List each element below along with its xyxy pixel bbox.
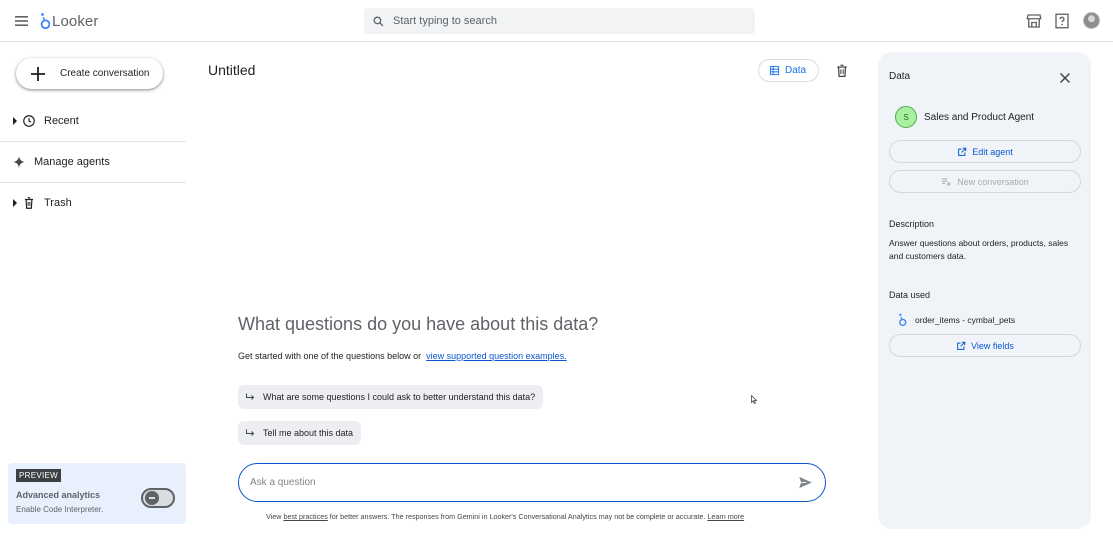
open-in-new-icon — [958, 147, 967, 156]
disclaimer-text: for better answers. The responses from G… — [329, 512, 706, 521]
agent-name: Sales and Product Agent — [924, 111, 1035, 123]
agent-description: Answer questions about orders, products,… — [889, 238, 1069, 261]
suggestion-chip[interactable]: What are some questions I could ask to b… — [238, 385, 544, 409]
ask-question-box[interactable] — [238, 463, 826, 502]
view-fields-button[interactable]: View fields — [889, 334, 1081, 357]
description-label: Description — [889, 219, 935, 229]
advanced-analytics-subtitle: Enable Code Interpreter. — [16, 505, 104, 514]
looker-logo-icon — [40, 13, 50, 30]
conversation-title: Untitled — [208, 62, 256, 78]
edit-agent-label: Edit agent — [972, 146, 1013, 157]
edit-agent-button[interactable]: Edit agent — [889, 140, 1081, 163]
table-icon — [769, 65, 780, 76]
dataset-item: order_items - cymbal_pets — [898, 313, 1015, 327]
advanced-analytics-card: PREVIEW Advanced analytics Enable Code I… — [8, 463, 186, 524]
empty-state-headline: What questions do you have about this da… — [238, 314, 599, 334]
panel-title: Data — [889, 71, 911, 82]
new-chat-icon — [942, 177, 952, 186]
trash-icon — [22, 196, 36, 210]
sidebar-item-recent[interactable]: Recent — [0, 100, 186, 141]
create-conversation-label: Create conversation — [60, 68, 150, 79]
help-icon[interactable] — [1053, 12, 1071, 30]
question-examples-link[interactable]: view supported question examples. — [426, 351, 567, 361]
app-name: Looker — [52, 12, 99, 30]
create-conversation-button[interactable]: Create conversation — [16, 58, 163, 89]
sidebar-item-label: Recent — [44, 114, 79, 127]
data-panel-button[interactable]: Data — [758, 59, 819, 82]
caret-right-icon — [8, 198, 22, 207]
search-icon — [373, 16, 384, 26]
suggestion-text: What are some questions I could ask to b… — [263, 392, 536, 402]
intro-text-row: Get started with one of the questions be… — [238, 351, 567, 361]
preview-badge: PREVIEW — [16, 469, 61, 482]
top-bar: Looker — [0, 0, 1113, 42]
clock-icon — [22, 114, 36, 128]
looker-explore-icon — [899, 313, 907, 327]
reply-arrow-icon — [246, 429, 255, 436]
suggestion-chip[interactable]: Tell me about this data — [238, 421, 362, 445]
intro-text: Get started with one of the questions be… — [238, 351, 422, 361]
ask-question-input[interactable] — [250, 477, 780, 488]
agent-avatar: S — [895, 106, 917, 128]
user-avatar[interactable] — [1083, 12, 1100, 29]
search-bar[interactable] — [364, 8, 755, 34]
delete-conversation-icon[interactable] — [835, 63, 849, 78]
plus-icon — [31, 66, 45, 81]
new-conversation-button[interactable]: New conversation — [889, 170, 1081, 193]
disclaimer: View best practices for better answers. … — [266, 512, 744, 521]
learn-more-link[interactable]: Learn more — [707, 512, 744, 521]
agent-row: S Sales and Product Agent — [895, 106, 1034, 128]
hamburger-menu-icon[interactable] — [12, 11, 32, 31]
suggestion-text: Tell me about this data — [263, 428, 354, 438]
sidebar-item-label: Trash — [44, 196, 72, 209]
send-icon[interactable] — [798, 475, 813, 490]
looker-logo[interactable]: Looker — [40, 11, 98, 31]
dataset-name: order_items - cymbal_pets — [915, 315, 1016, 325]
code-interpreter-toggle[interactable] — [141, 488, 175, 508]
sidebar: Create conversation Recent Manage agents… — [0, 42, 186, 540]
data-used-label: Data used — [889, 290, 931, 300]
new-conversation-label: New conversation — [957, 176, 1029, 187]
sidebar-item-trash[interactable]: Trash — [0, 182, 186, 223]
data-button-label: Data — [785, 65, 807, 76]
mouse-pointer-icon — [751, 395, 757, 404]
open-in-new-icon — [957, 341, 966, 350]
advanced-analytics-title: Advanced analytics — [16, 490, 101, 500]
sidebar-item-label: Manage agents — [34, 155, 110, 168]
search-input[interactable] — [393, 15, 733, 27]
reply-arrow-icon — [246, 393, 255, 400]
sparkle-icon — [12, 155, 25, 169]
best-practices-link[interactable]: best practices — [283, 512, 327, 521]
disclaimer-prefix: View — [266, 512, 282, 521]
data-panel: Data S Sales and Product Agent Edit agen… — [878, 52, 1091, 529]
view-fields-label: View fields — [971, 340, 1014, 351]
sidebar-item-manage-agents[interactable]: Manage agents — [0, 141, 186, 182]
caret-right-icon — [8, 116, 22, 125]
toggle-knob — [145, 491, 159, 505]
storefront-icon[interactable] — [1025, 12, 1043, 30]
close-icon[interactable] — [1059, 72, 1071, 84]
